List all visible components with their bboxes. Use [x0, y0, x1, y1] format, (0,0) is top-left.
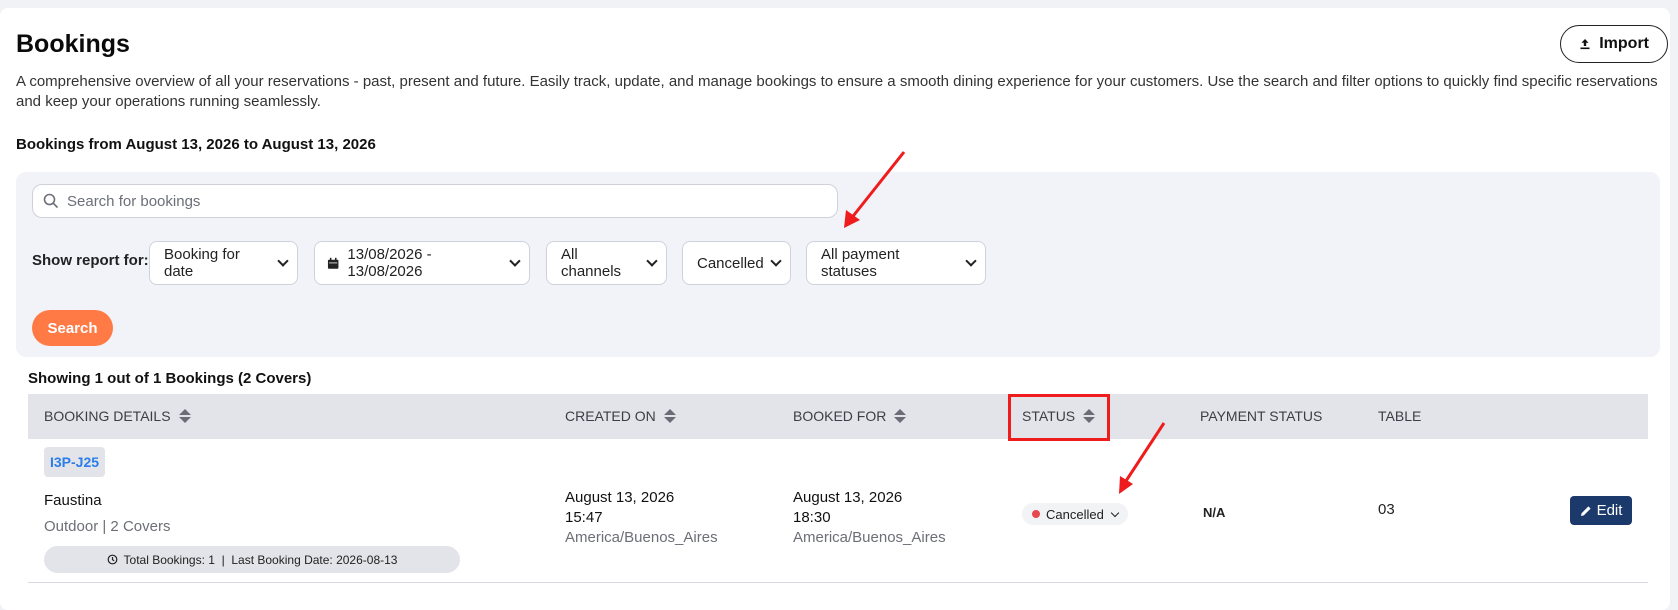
channel-select[interactable]: All channels: [546, 241, 667, 285]
chevron-down-icon: [770, 255, 782, 267]
sort-icon: [894, 409, 907, 423]
search-button[interactable]: Search: [32, 310, 113, 346]
calendar-icon: [327, 257, 339, 269]
status-dropdown[interactable]: Cancelled: [1022, 503, 1128, 525]
created-time: 15:47: [565, 509, 603, 526]
header-label: TABLE: [1378, 408, 1422, 424]
created-timezone: America/Buenos_Aires: [565, 529, 718, 546]
channel-value: All channels: [561, 246, 622, 280]
table-row: I3P-J25 Faustina Outdoor | 2 Covers Tota…: [28, 439, 1648, 583]
header-label: PAYMENT STATUS: [1200, 408, 1323, 424]
import-label: Import: [1599, 35, 1649, 52]
chevron-down-icon: [1110, 508, 1120, 517]
table-number: 03: [1378, 501, 1395, 518]
booked-date: August 13, 2026: [793, 489, 903, 506]
history-icon: [107, 554, 117, 565]
booking-history: Total Bookings: 1 | Last Booking Date: 2…: [44, 546, 460, 573]
edit-button[interactable]: Edit: [1570, 496, 1632, 525]
payment-status-value: All payment statuses: [821, 246, 900, 280]
payment-status-select[interactable]: All payment statuses: [806, 241, 986, 285]
payment-status-value: N/A: [1203, 505, 1226, 520]
header-created-on[interactable]: CREATED ON: [565, 408, 676, 424]
search-icon: [43, 193, 59, 209]
booked-for-cell: August 13, 2026 18:30 America/Buenos_Air…: [793, 488, 946, 548]
created-on-cell: August 13, 2026 15:47 America/Buenos_Air…: [565, 488, 718, 548]
chevron-down-icon: [646, 255, 658, 267]
booked-time: 18:30: [793, 509, 831, 526]
annotation-highlight-box: [1008, 394, 1110, 441]
sort-icon: [663, 409, 676, 423]
page-title: Bookings: [16, 30, 130, 58]
header-table: TABLE: [1378, 408, 1421, 424]
date-range-value: 13/08/2026 - 13/08/2026: [347, 246, 432, 280]
status-label: Cancelled: [1046, 506, 1104, 522]
header-payment-status: PAYMENT STATUS: [1200, 408, 1322, 424]
table-header: BOOKING DETAILS CREATED ON BOOKED FOR ST…: [28, 394, 1648, 439]
header-label: BOOKING DETAILS: [44, 408, 171, 424]
search-input[interactable]: [67, 192, 807, 210]
page-description: A comprehensive overview of all your res…: [16, 73, 1658, 110]
date-range-heading: Bookings from August 13, 2026 to August …: [16, 136, 376, 153]
history-text: Total Bookings: 1 | Last Booking Date: 2…: [123, 552, 398, 567]
created-date: August 13, 2026: [565, 489, 675, 506]
chevron-down-icon: [509, 255, 521, 267]
annotation-arrow-icon: [844, 151, 906, 228]
header-label: BOOKED FOR: [793, 408, 887, 424]
chevron-down-icon: [965, 255, 977, 267]
annotation-arrow-icon: [1119, 422, 1166, 494]
header-booking-details[interactable]: BOOKING DETAILS: [44, 408, 191, 424]
date-type-value: Booking for date: [164, 246, 240, 280]
booking-meta: Outdoor | 2 Covers: [44, 518, 171, 535]
upload-icon: [1580, 39, 1590, 50]
header-label: CREATED ON: [565, 408, 656, 424]
edit-label: Edit: [1596, 502, 1623, 519]
results-summary: Showing 1 out of 1 Bookings (2 Covers): [28, 370, 312, 387]
status-value: Cancelled: [697, 254, 764, 272]
import-button[interactable]: Import: [1560, 25, 1668, 63]
show-report-label: Show report for:: [32, 252, 149, 269]
booked-timezone: America/Buenos_Aires: [793, 529, 946, 546]
pencil-icon: [1580, 505, 1591, 516]
date-range-picker[interactable]: 13/08/2026 - 13/08/2026: [314, 241, 530, 285]
sort-icon: [178, 409, 191, 423]
chevron-down-icon: [277, 255, 289, 267]
header-booked-for[interactable]: BOOKED FOR: [793, 408, 907, 424]
status-select[interactable]: Cancelled: [682, 241, 791, 285]
booking-code[interactable]: I3P-J25: [44, 447, 106, 477]
status-dot: [1032, 510, 1040, 518]
search-box[interactable]: [32, 184, 838, 218]
date-type-select[interactable]: Booking for date: [149, 241, 298, 285]
customer-name: Faustina: [44, 492, 102, 509]
